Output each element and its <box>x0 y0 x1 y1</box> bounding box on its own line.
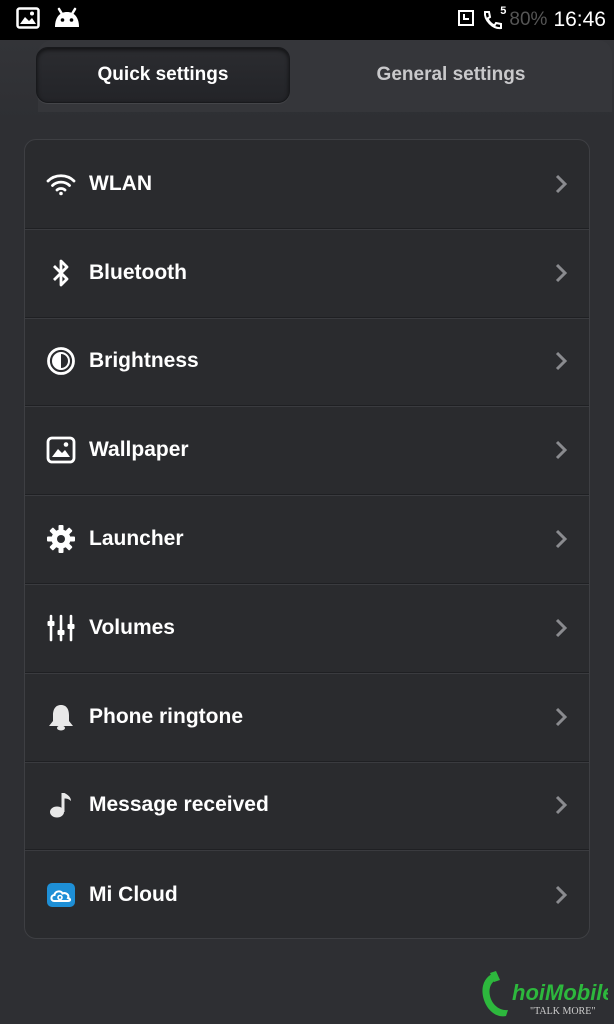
image-icon <box>16 7 40 33</box>
chevron-right-icon <box>551 438 571 462</box>
watermark-tagline: "TALK MORE" <box>530 1006 595 1017</box>
gear-icon <box>45 523 77 555</box>
sliders-icon <box>45 612 77 644</box>
settings-item-message-received[interactable]: Message received <box>25 762 589 851</box>
chevron-right-icon <box>551 527 571 551</box>
chevron-right-icon <box>551 261 571 285</box>
settings-item-label: Message received <box>89 793 269 817</box>
settings-item-label: Bluetooth <box>89 260 187 284</box>
tab-general-settings[interactable]: General settings <box>324 47 578 103</box>
wifi-icon <box>45 168 77 200</box>
chevron-right-icon <box>551 793 571 817</box>
wallpaper-icon <box>45 434 77 466</box>
settings-item-wlan[interactable]: WLAN <box>25 140 589 229</box>
status-left <box>16 7 82 33</box>
settings-item-mi-cloud[interactable]: Mi Cloud <box>25 850 589 938</box>
status-bar: 5 80% 16:46 <box>0 0 614 40</box>
settings-item-wallpaper[interactable]: Wallpaper <box>25 406 589 496</box>
cloud-icon <box>45 879 77 911</box>
watermark-logo: hoiMobile "TALK MORE" <box>478 970 614 1022</box>
settings-item-phone-ringtone[interactable]: Phone ringtone <box>25 673 589 762</box>
tab-quick-settings[interactable]: Quick settings <box>36 47 290 103</box>
settings-item-launcher[interactable]: Launcher <box>25 495 589 584</box>
settings-item-label: Wallpaper <box>89 438 189 462</box>
settings-item-label: Launcher <box>89 527 184 551</box>
settings-item-label: Mi Cloud <box>89 882 178 906</box>
settings-item-brightness[interactable]: Brightness <box>25 318 589 407</box>
settings-item-label: Phone ringtone <box>89 704 243 728</box>
settings-list: WLAN Bluetooth Brightness Wallpaper Laun… <box>24 139 590 939</box>
chevron-right-icon <box>551 616 571 640</box>
status-right: 5 80% 16:46 <box>457 5 606 32</box>
chevron-right-icon <box>551 172 571 196</box>
call-badge: 5 <box>500 5 507 17</box>
chevron-right-icon <box>551 705 571 729</box>
settings-item-volumes[interactable]: Volumes <box>25 584 589 673</box>
settings-item-label: WLAN <box>89 171 152 195</box>
clock: 16:46 <box>553 8 606 31</box>
bluetooth-icon <box>45 257 77 289</box>
call-icon: 5 <box>481 5 506 31</box>
android-icon <box>52 7 82 33</box>
chevron-right-icon <box>551 883 571 907</box>
settings-item-bluetooth[interactable]: Bluetooth <box>25 229 589 318</box>
alarm-icon <box>457 9 475 31</box>
settings-item-label: Volumes <box>89 615 175 639</box>
chevron-right-icon <box>551 349 571 373</box>
music-note-icon <box>45 789 77 821</box>
settings-item-label: Brightness <box>89 349 199 373</box>
battery-level: 80% <box>509 9 548 30</box>
bell-icon <box>45 701 77 733</box>
watermark-brand: hoiMobile <box>512 980 608 1005</box>
brightness-icon <box>45 345 77 377</box>
